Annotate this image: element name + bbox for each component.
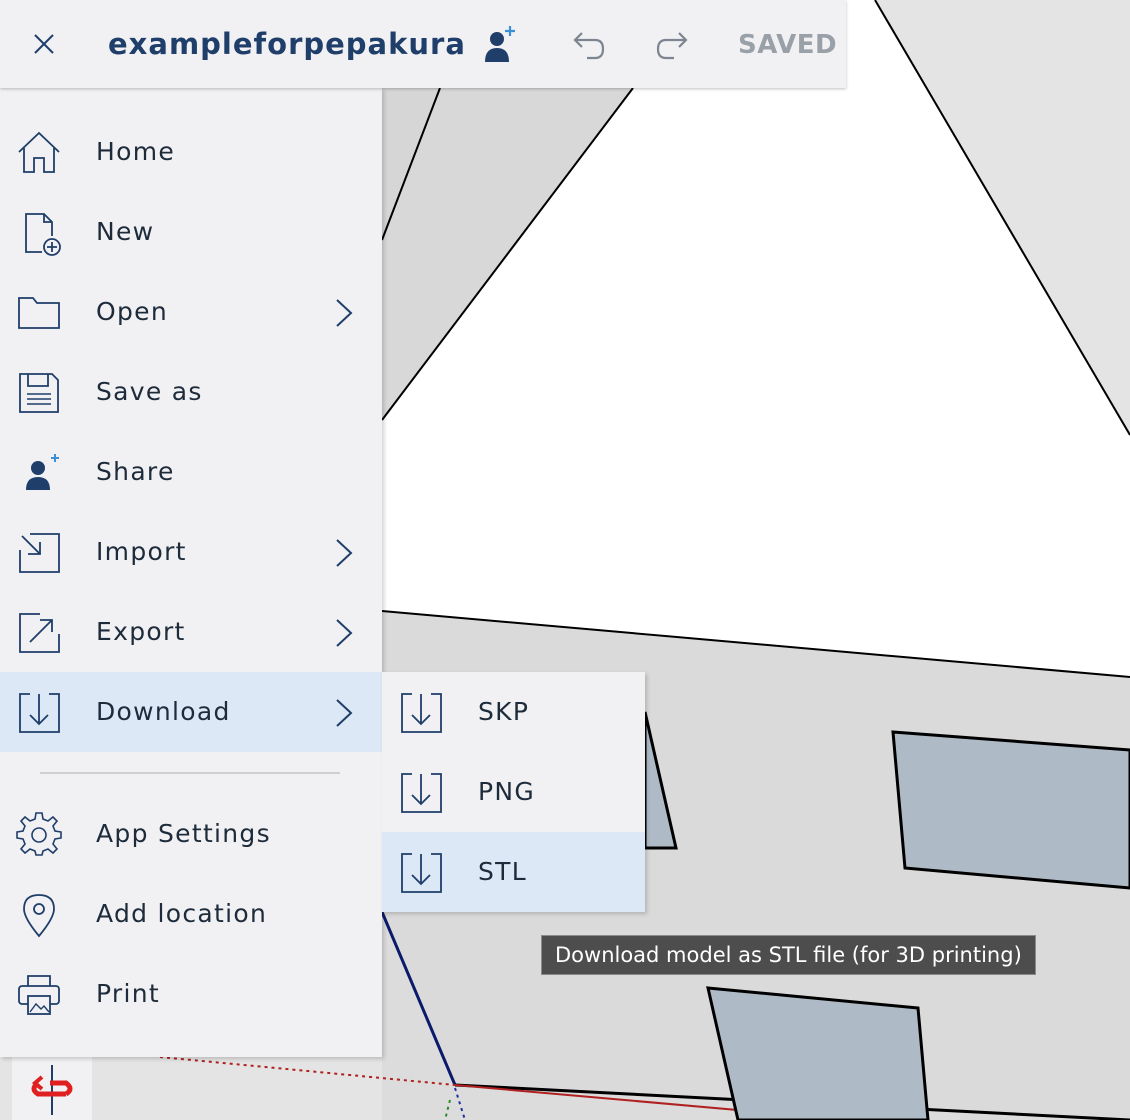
export-icon: [16, 610, 62, 656]
location-pin-icon: [16, 892, 62, 938]
menu-item-label: Save as: [96, 377, 203, 406]
close-icon[interactable]: [22, 22, 66, 66]
download-icon: [398, 770, 444, 816]
add-user-icon: [16, 450, 62, 496]
menu-item-label: Open: [96, 297, 168, 326]
menu-item-app-settings[interactable]: App Settings: [0, 794, 382, 874]
chevron-right-icon: [332, 536, 356, 570]
import-icon: [16, 530, 62, 576]
menu-item-import[interactable]: Import: [0, 512, 382, 592]
menu-item-label: Import: [96, 537, 187, 566]
orbit-tool-button[interactable]: [12, 1057, 92, 1120]
menu-divider: [40, 772, 340, 774]
top-toolbar: exampleforpepakura SAVED: [0, 0, 846, 88]
submenu-item-label: STL: [478, 857, 527, 886]
menu-item-new[interactable]: New: [0, 192, 382, 272]
submenu-item-label: PNG: [478, 777, 536, 806]
submenu-item-png[interactable]: PNG: [382, 752, 645, 832]
new-file-icon: [16, 210, 62, 256]
download-icon: [16, 690, 62, 736]
chevron-right-icon: [332, 696, 356, 730]
menu-item-label: Download: [96, 697, 231, 726]
submenu-item-label: SKP: [478, 697, 530, 726]
add-user-icon[interactable]: [477, 22, 521, 66]
menu-item-label: Add location: [96, 899, 268, 928]
main-menu: Home New Open Save as Share Import Expor…: [0, 88, 382, 1057]
menu-item-export[interactable]: Export: [0, 592, 382, 672]
chevron-right-icon: [332, 296, 356, 330]
menu-item-label: Export: [96, 617, 186, 646]
menu-item-download[interactable]: Download: [0, 672, 382, 752]
menu-item-label: Print: [96, 979, 161, 1008]
orbit-icon: [26, 1063, 78, 1115]
menu-item-label: New: [96, 217, 155, 246]
menu-item-label: Share: [96, 457, 175, 486]
submenu-item-skp[interactable]: SKP: [382, 672, 645, 752]
save-status: SAVED: [738, 30, 838, 60]
chevron-right-icon: [332, 616, 356, 650]
download-icon: [398, 690, 444, 736]
gear-icon: [16, 812, 62, 858]
submenu-item-stl[interactable]: STL: [382, 832, 645, 912]
menu-item-save-as[interactable]: Save as: [0, 352, 382, 432]
download-submenu: SKP PNG STL: [382, 672, 645, 912]
menu-item-label: App Settings: [96, 819, 271, 848]
menu-item-print[interactable]: Print: [0, 954, 382, 1034]
menu-item-label: Home: [96, 137, 176, 166]
redo-icon[interactable]: [652, 22, 696, 66]
menu-item-home[interactable]: Home: [0, 112, 382, 192]
floppy-icon: [16, 370, 62, 416]
printer-icon: [16, 972, 62, 1018]
folder-icon: [16, 290, 62, 336]
download-icon: [398, 850, 444, 896]
document-title[interactable]: exampleforpepakura: [108, 26, 466, 62]
menu-item-add-location[interactable]: Add location: [0, 874, 382, 954]
stl-tooltip: Download model as STL file (for 3D print…: [541, 935, 1036, 975]
undo-icon[interactable]: [565, 22, 609, 66]
menu-item-open[interactable]: Open: [0, 272, 382, 352]
home-icon: [16, 130, 62, 176]
menu-item-share[interactable]: Share: [0, 432, 382, 512]
